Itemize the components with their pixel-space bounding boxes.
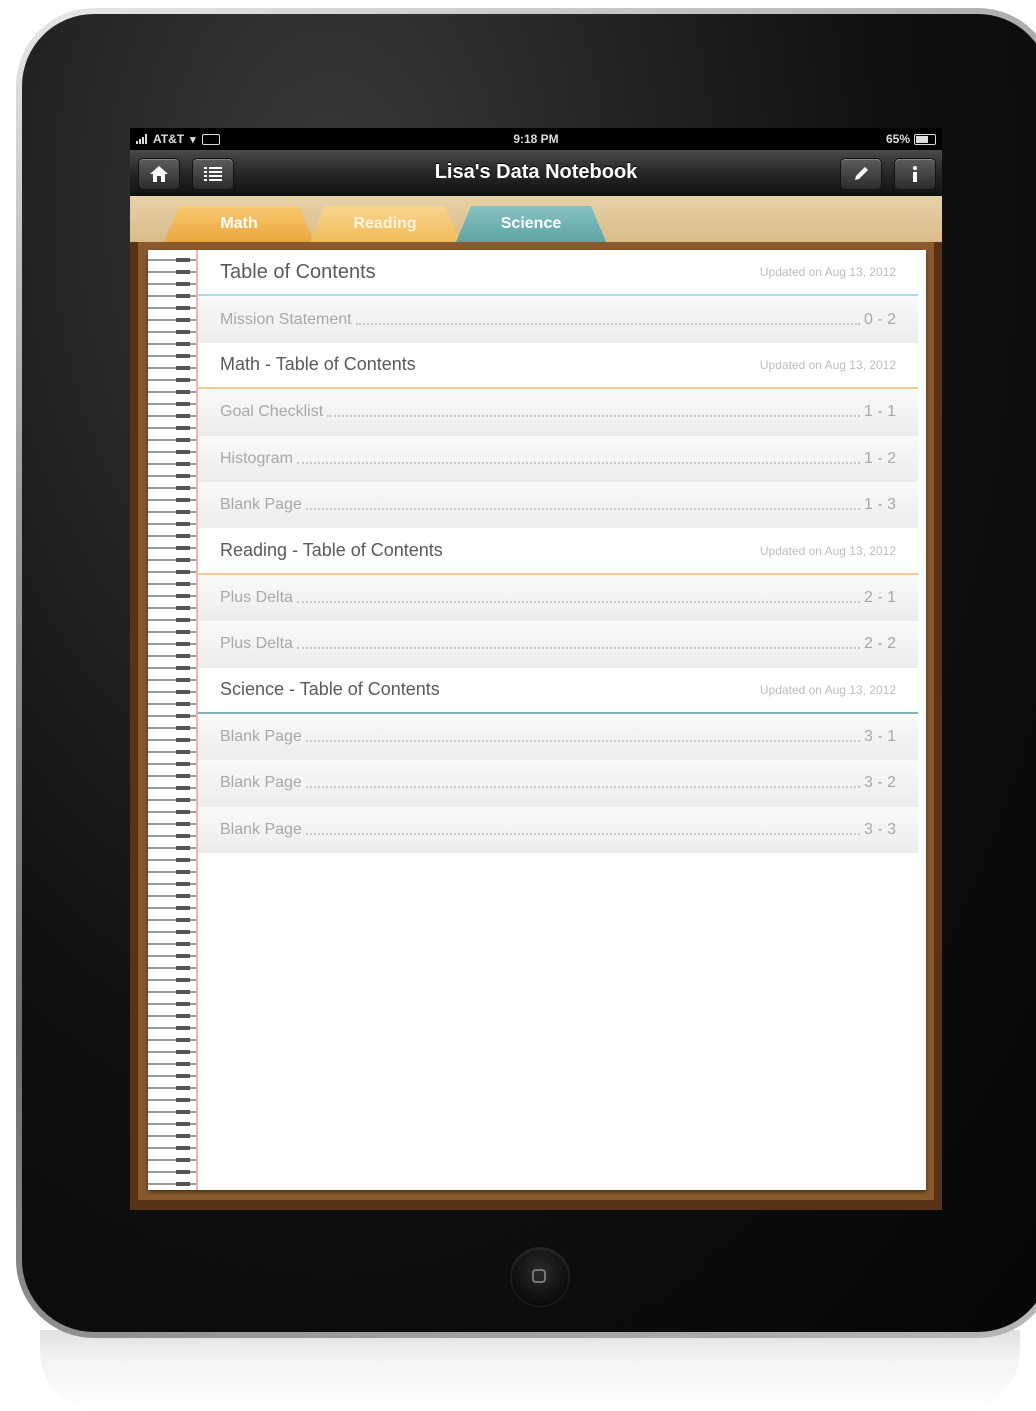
science-section-updated: Updated on Aug 13, 2012: [759, 682, 896, 697]
list-item[interactable]: Blank Page 3 - 2: [198, 760, 918, 807]
toc-main-title: Table of Contents: [220, 260, 376, 283]
tab-reading[interactable]: Reading: [310, 206, 460, 242]
reading-section-header[interactable]: Reading - Table of Contents Updated on A…: [198, 528, 918, 575]
subject-tab-bar: Math Reading Science: [130, 196, 942, 242]
list-item[interactable]: Plus Delta 2 - 2: [198, 621, 918, 668]
list-item[interactable]: Goal Checklist 1 - 1: [198, 389, 918, 436]
dotted-leader: [296, 461, 860, 464]
item-page: 2 - 2: [863, 635, 896, 653]
math-section-updated: Updated on Aug 13, 2012: [759, 357, 896, 372]
item-title: Blank Page: [220, 496, 302, 514]
edit-button[interactable]: [840, 158, 882, 190]
tab-science[interactable]: Science: [456, 206, 606, 242]
battery-percent: 65%: [885, 132, 910, 146]
list-item[interactable]: Blank Page 3 - 3: [198, 806, 918, 854]
dotted-leader: [327, 415, 860, 418]
dotted-leader: [305, 832, 860, 835]
item-page: 1 - 2: [863, 449, 896, 467]
info-button[interactable]: [894, 158, 936, 190]
app-screen: AT&T ▾ 9:18 PM 65% Lisa's Data Notebook …: [130, 128, 942, 1210]
reading-section-title: Reading - Table of Contents: [220, 540, 443, 561]
math-section-title: Math - Table of Contents: [220, 354, 416, 375]
dotted-leader: [305, 786, 860, 789]
toc-main-updated: Updated on Aug 13, 2012: [759, 265, 896, 280]
item-page: 3 - 3: [863, 820, 896, 838]
item-page: 1 - 3: [863, 496, 896, 514]
dotted-leader: [296, 647, 860, 650]
device-reflection: [40, 1330, 1020, 1411]
toc-main-header[interactable]: Table of Contents Updated on Aug 13, 201…: [198, 250, 918, 297]
item-title: Histogram: [220, 449, 293, 467]
item-title: Blank Page: [220, 774, 302, 792]
item-page: 2 - 1: [863, 588, 896, 606]
item-title: Mission Statement: [220, 310, 352, 328]
status-time: 9:18 PM: [513, 132, 559, 146]
page-title: Lisa's Data Notebook: [434, 161, 638, 183]
item-title: Blank Page: [220, 728, 302, 746]
science-section-header[interactable]: Science - Table of Contents Updated on A…: [198, 667, 918, 714]
pencil-icon: [855, 167, 868, 180]
tab-math[interactable]: Math: [164, 206, 314, 242]
notebook-frame: Table of Contents Updated on Aug 13, 201…: [138, 242, 934, 1200]
info-icon: [913, 166, 917, 182]
dotted-leader: [355, 322, 860, 325]
status-bar: AT&T ▾ 9:18 PM 65%: [130, 128, 942, 150]
list-item[interactable]: Histogram 1 - 2: [198, 435, 918, 482]
list-item[interactable]: Blank Page 3 - 1: [198, 713, 918, 761]
item-page: 3 - 2: [863, 774, 896, 792]
dotted-leader: [296, 600, 860, 603]
list-item[interactable]: Plus Delta 2 - 1: [198, 574, 918, 622]
home-square-icon: [532, 1269, 546, 1283]
battery-icon: [914, 133, 936, 145]
notebook-page: Table of Contents Updated on Aug 13, 201…: [148, 250, 926, 1190]
item-page: 0 - 2: [863, 310, 896, 328]
list-item[interactable]: Blank Page 1 - 3: [198, 481, 918, 529]
item-title: Plus Delta: [220, 588, 293, 606]
home-hardware-button[interactable]: [511, 1248, 569, 1306]
science-section-title: Science - Table of Contents: [220, 679, 440, 700]
item-page: 3 - 1: [863, 728, 896, 746]
item-title: Plus Delta: [220, 635, 293, 653]
math-section-header[interactable]: Math - Table of Contents Updated on Aug …: [198, 342, 918, 390]
item-title: Blank Page: [220, 820, 302, 838]
item-page: 1 - 1: [863, 403, 896, 421]
reading-section-updated: Updated on Aug 13, 2012: [759, 543, 896, 558]
table-of-contents: Table of Contents Updated on Aug 13, 201…: [198, 250, 918, 854]
spiral-binding: [148, 250, 198, 1190]
dotted-leader: [305, 740, 860, 743]
item-title: Goal Checklist: [220, 403, 324, 421]
navigation-bar: Lisa's Data Notebook: [130, 150, 942, 197]
list-item-mission-statement[interactable]: Mission Statement 0 - 2: [198, 296, 918, 343]
dotted-leader: [305, 508, 860, 511]
